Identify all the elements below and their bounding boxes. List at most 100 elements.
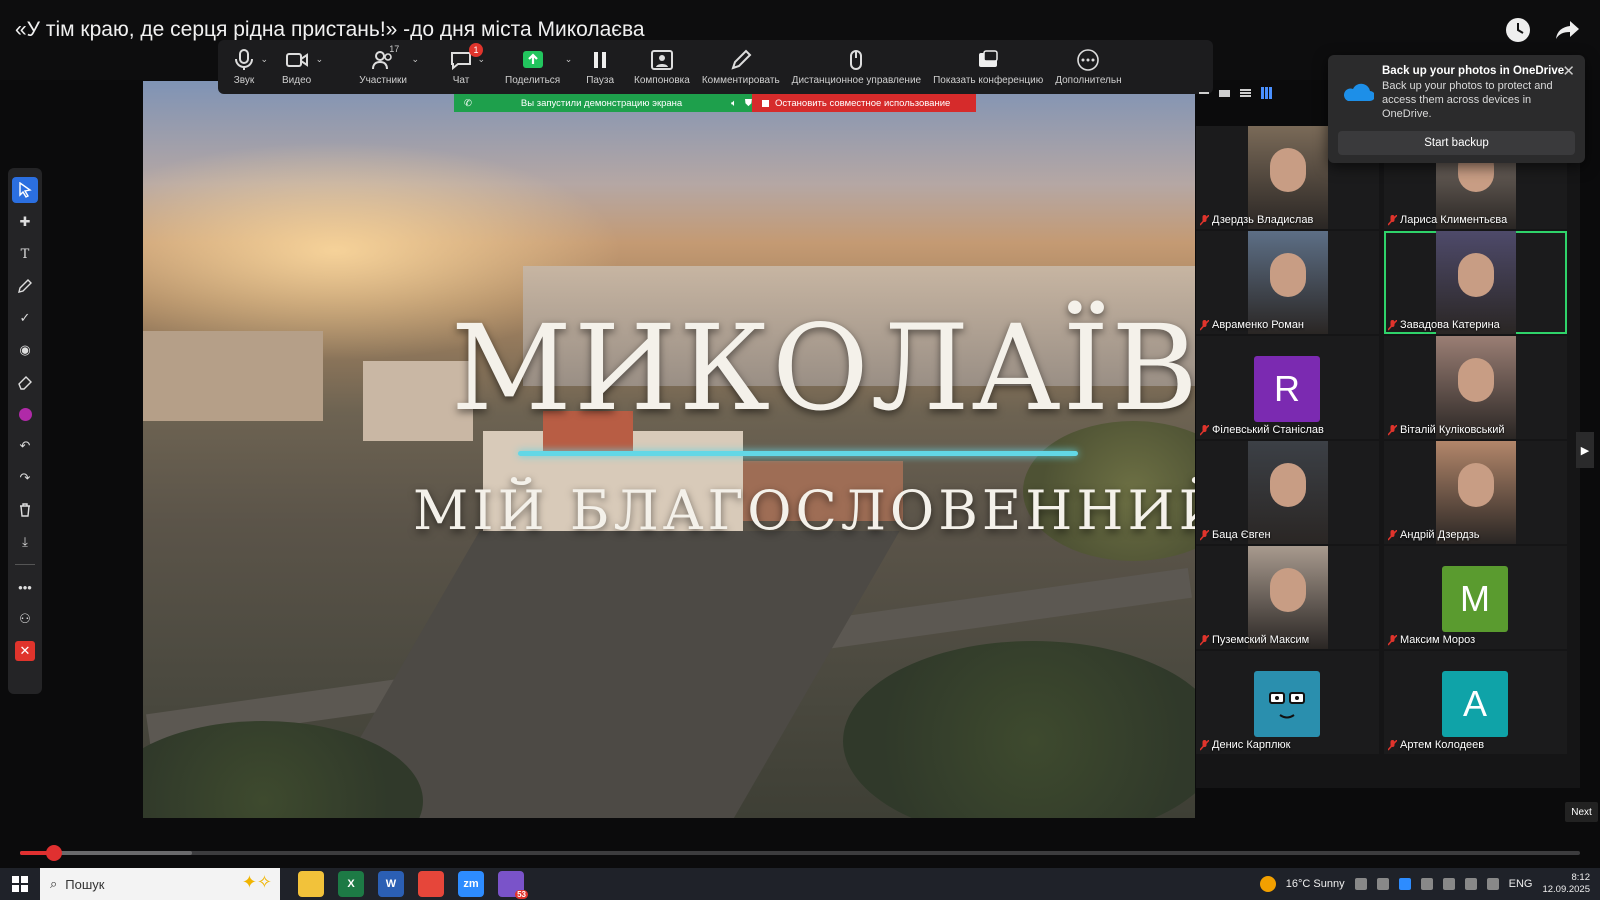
share-screen-button[interactable]: ⌄ Поделиться [499, 40, 572, 94]
share-arrow-icon[interactable] [1554, 16, 1582, 44]
stop-square-icon [762, 99, 769, 107]
participant-tile[interactable]: M Максим Мороз [1384, 546, 1567, 649]
participant-tile[interactable]: Андрій Дзердзь [1384, 441, 1567, 544]
volume-icon[interactable] [1442, 878, 1455, 890]
next-page-arrow-icon[interactable]: ▶ [1576, 432, 1594, 468]
move-cross-icon[interactable]: ✚ [12, 209, 38, 235]
participant-tile[interactable]: A Артем Колодеев [1384, 651, 1567, 754]
stop-share-label: Остановить совместное использование [775, 97, 951, 109]
chevron-down-icon[interactable]: ⌄ [565, 54, 573, 65]
more-button[interactable]: Дополнительн [1049, 40, 1127, 94]
participant-name: Філевський Станіслав [1200, 424, 1324, 436]
remote-control-button[interactable]: Дистанционное управление [786, 40, 927, 94]
windows-start-icon[interactable] [0, 868, 40, 900]
microphone-tray-icon[interactable] [1376, 878, 1389, 890]
spotlight-icon[interactable]: ◉ [12, 337, 38, 363]
participant-name: Завадова Катерина [1388, 319, 1500, 331]
redo-icon[interactable]: ↷ [12, 465, 38, 491]
language-indicator[interactable]: ENG [1509, 878, 1533, 890]
zoom-tray-icon[interactable] [1398, 878, 1411, 890]
excel-icon[interactable]: X [338, 871, 364, 897]
file-explorer-icon[interactable] [298, 871, 324, 897]
layout-button[interactable]: Компоновка [628, 40, 696, 94]
usb-icon[interactable] [1420, 878, 1433, 890]
chat-button[interactable]: 1 ⌄ Чат [443, 40, 485, 94]
system-tray: 16°C Sunny ENG 8:12 12.09.2025 [1259, 872, 1600, 896]
word-icon[interactable]: W [378, 871, 404, 897]
taskbar-clock[interactable]: 8:12 12.09.2025 [1542, 872, 1590, 896]
zoom-icon[interactable]: zm [458, 871, 484, 897]
participants-button[interactable]: 17 ⌄ Участники [353, 40, 419, 94]
participant-tile[interactable]: R Філевський Станіслав [1196, 336, 1379, 439]
participant-name-text: Пуземский Максим [1212, 634, 1310, 646]
pause-share-button[interactable]: Пауза [580, 40, 620, 94]
participant-name-text: Завадова Катерина [1400, 319, 1500, 331]
audio-label: Звук [233, 74, 255, 86]
minimize-icon[interactable] [1199, 92, 1209, 94]
more-dots-icon[interactable]: ••• [12, 574, 38, 600]
muted-mic-icon [1200, 424, 1209, 436]
phone-icon: ✆ [464, 97, 472, 109]
muted-mic-icon [1200, 319, 1209, 331]
show-meeting-button[interactable]: Показать конференцию [927, 40, 1049, 94]
annotate-label: Комментировать [701, 74, 780, 86]
color-dot-icon[interactable] [12, 401, 38, 427]
microphone-icon [235, 48, 253, 70]
chrome-icon[interactable] [418, 871, 444, 897]
chevron-down-icon[interactable]: ⌄ [411, 54, 419, 65]
progress-scrubber-handle[interactable] [46, 845, 63, 861]
participant-name-text: Лариса Климентьєва [1400, 214, 1508, 226]
annotation-toolbar: ✚ T ✓ ◉ ↶ ↷ ⤓ ••• ⚇ ✕ [8, 168, 42, 694]
next-button[interactable]: Next [1565, 802, 1598, 822]
participant-name: Віталій Куліковський [1388, 424, 1505, 436]
weather-text[interactable]: 16°C Sunny [1286, 878, 1345, 890]
participant-tile[interactable]: Пуземский Максим [1196, 546, 1379, 649]
slide-title: МИКОЛАЇВ [451, 299, 1195, 437]
participant-tile[interactable]: Авраменко Роман [1196, 231, 1379, 334]
video-progress-bar[interactable] [20, 845, 1580, 861]
network-icon[interactable] [1464, 878, 1477, 890]
share-status-bar: ✆ Вы запустили демонстрацию экрана 🔈︎ ⛊ [454, 94, 752, 112]
text-icon[interactable]: T [12, 241, 38, 267]
participant-tile[interactable]: Віталій Куліковський [1384, 336, 1567, 439]
participant-name: Дзердзь Владислав [1200, 214, 1313, 226]
participant-tile[interactable]: Завадова Катерина [1384, 231, 1567, 334]
participant-avatar: R [1254, 356, 1320, 422]
participant-count: 17 [389, 44, 400, 54]
draw-pencil-icon[interactable] [12, 273, 38, 299]
video-button[interactable]: ⌄ Видео [276, 40, 323, 94]
bluetooth-icon[interactable] [1354, 878, 1367, 890]
gallery-view-icon[interactable] [1261, 87, 1273, 99]
remote-person-icon[interactable]: ⚇ [12, 606, 38, 632]
stamp-check-icon[interactable]: ✓ [12, 305, 38, 331]
app-glyph: W [385, 878, 397, 890]
save-download-icon[interactable]: ⤓ [12, 529, 38, 555]
participant-face [1458, 358, 1494, 402]
audio-button[interactable]: ⌄ Звук [226, 40, 268, 94]
participant-tile[interactable]: Баца Євген [1196, 441, 1379, 544]
strip-view-icon[interactable] [1240, 89, 1251, 97]
muted-mic-icon [1388, 424, 1397, 436]
start-backup-button[interactable]: Start backup [1338, 131, 1575, 155]
taskbar-search-input[interactable]: ⌕ Пошук ✦✧ [40, 868, 280, 900]
speaker-view-icon[interactable] [1219, 89, 1230, 97]
eraser-icon[interactable] [12, 369, 38, 395]
undo-icon[interactable]: ↶ [12, 433, 38, 459]
select-arrow-icon[interactable] [12, 177, 38, 203]
chevron-down-icon[interactable]: ⌄ [260, 54, 268, 65]
chevron-down-icon[interactable]: ⌄ [477, 54, 485, 65]
annotate-button[interactable]: Комментировать [696, 40, 786, 94]
viber-icon[interactable]: 53 [498, 871, 528, 899]
more-label: Дополнительн [1055, 74, 1122, 86]
participant-tile[interactable]: Денис Карплюк [1196, 651, 1379, 754]
close-annotation-icon[interactable]: ✕ [12, 638, 38, 664]
pen-icon[interactable] [1486, 878, 1499, 890]
show-meeting-label: Показать конференцию [933, 74, 1044, 86]
clock-history-icon[interactable] [1504, 16, 1532, 44]
close-icon[interactable]: ✕ [1562, 62, 1575, 80]
participant-name-text: Баца Євген [1212, 529, 1271, 541]
stop-share-button[interactable]: Остановить совместное использование [752, 94, 976, 112]
clear-trash-icon[interactable] [12, 497, 38, 523]
participant-face [1270, 568, 1306, 612]
chevron-down-icon[interactable]: ⌄ [316, 54, 324, 65]
